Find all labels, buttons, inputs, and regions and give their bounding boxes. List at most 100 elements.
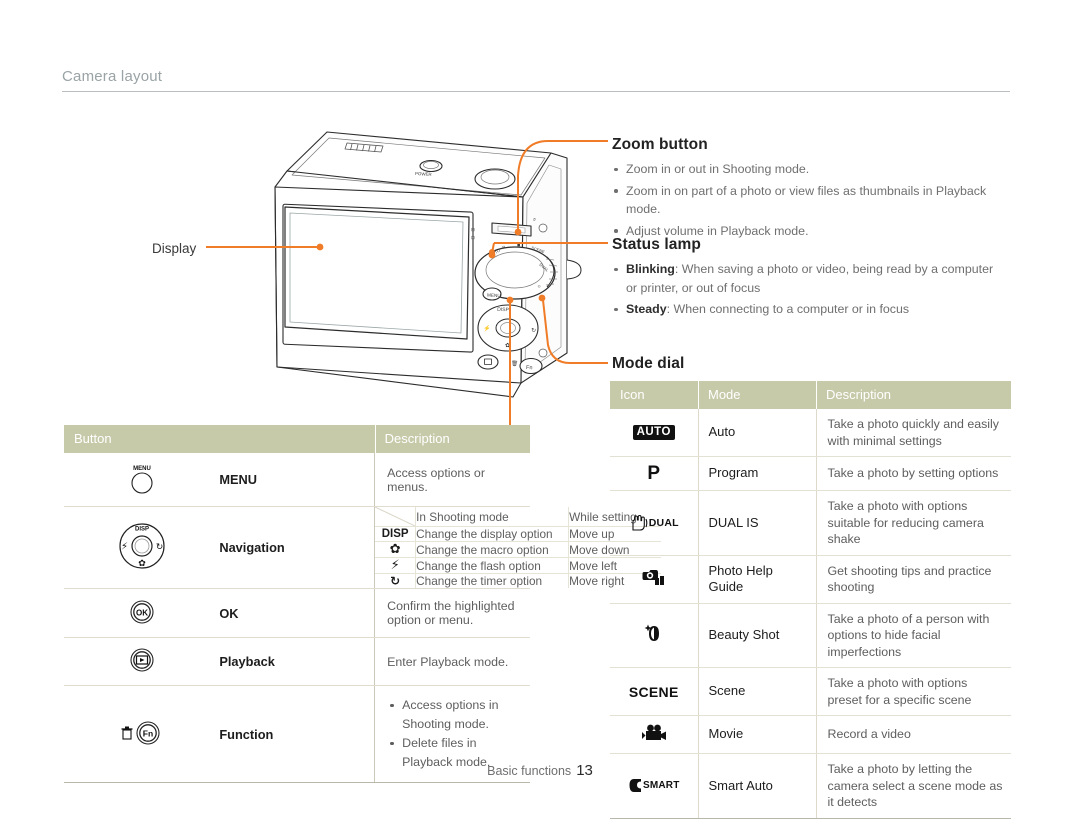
svg-text:◼: ◼ [517,242,520,247]
dual-text: DUAL [648,516,679,529]
svg-text:🗑: 🗑 [511,360,518,367]
callout-mode-dial: Mode dial [612,355,1012,379]
table-row: OK OK Confirm the highlighted option or … [64,588,530,638]
col-header-icon: Icon [610,381,698,409]
col-header-description: Description [374,425,530,453]
mode-name: Program [697,456,816,491]
scene-mode-icon: SCENE [610,667,698,716]
list-item: Blinking: When saving a photo or video, … [612,260,1012,297]
table-row: DUAL DUAL IS Take a photo with options s… [610,490,1011,556]
callout-zoom-button: Zoom button Zoom in or out in Shooting m… [612,136,1022,243]
svg-text:✿: ✿ [138,559,146,569]
svg-text:MENU: MENU [133,466,151,472]
smart-text: SMART [642,779,680,791]
navigation-pad-icon: DISP ⚡ ↻ ✿ [64,506,220,589]
navigation-sub-table-cell: In Shooting mode While setting DISP Chan… [374,506,662,589]
table-header-row: Button Description [64,425,530,453]
table-row: P Program Take a photo by setting option… [610,456,1011,491]
timer-clock-icon: ↻ [375,573,417,588]
button-table: Button Description MENU MENU Access opti… [64,425,662,783]
svg-text:↻: ↻ [155,543,163,553]
table-header-row: Icon Mode Description [610,381,1011,409]
table-row: AUTO Auto Take a photo quickly and easil… [610,409,1011,457]
svg-text:POWER: POWER [415,171,432,177]
svg-text:Fn: Fn [142,728,152,738]
function-button-glyph: Fn [121,720,160,745]
playback-button-icon [64,637,220,686]
mode-name: Auto [697,409,816,457]
button-description: Access options or menus. [374,453,530,507]
display-label: Display [152,241,197,256]
program-mode-icon: P [610,456,698,491]
list-item: Steady: When connecting to a computer or… [612,300,1012,319]
button-description: Confirm the highlighted option or menu. [374,588,530,638]
page-footer: Basic functions 13 [0,762,1080,779]
table-row: DISP ⚡ ↻ ✿ Navigation In Shooting mode W… [64,506,662,589]
mode-description: Take a photo quickly and easily with min… [815,409,1011,457]
sub-shooting-text: Change the macro option [415,541,569,558]
navigation-pad-glyph: DISP ⚡ ↻ ✿ [119,523,165,569]
mode-description: Get shooting tips and practice shooting [815,555,1011,604]
button-name: OK [219,588,375,638]
face-sparkle-icon [644,624,659,641]
page-title: Camera layout [62,68,163,85]
disp-icon: DISP [375,526,417,542]
svg-text:⊡: ⊡ [471,235,475,240]
auto-mode-icon: AUTO [610,409,698,457]
mode-name: Scene [697,667,816,716]
svg-text:⊞: ⊞ [471,227,475,232]
diagonal-divider-icon [375,507,416,526]
mode-name: Photo Help Guide [697,555,816,604]
button-description: Enter Playback mode. [374,637,530,686]
camera-book-icon [642,569,664,585]
callout-zoom-list: Zoom in or out in Shooting mode. Zoom in… [612,160,1022,240]
mode-description: Take a photo with options preset for a s… [815,667,1011,716]
svg-text:DISP: DISP [497,307,510,314]
auto-badge: AUTO [632,425,675,441]
callout-status-lamp: Status lamp Blinking: When saving a phot… [612,236,1012,322]
video-camera-icon [641,724,666,740]
beauty-shot-mode-icon [610,603,698,668]
button-name: Navigation [219,506,375,589]
table-row: Movie Record a video [610,715,1011,754]
mode-name: DUAL IS [697,490,816,556]
table-row: Photo Help Guide Get shooting tips and p… [610,555,1011,604]
flash-bolt-icon: ⚡ [375,557,417,574]
svg-text:⚡: ⚡ [121,542,128,553]
page-number: 13 [576,762,593,779]
table-row: SCENE Scene Take a photo with options pr… [610,667,1011,716]
mode-description: Record a video [815,715,1011,754]
svg-text:✿: ✿ [505,342,510,349]
svg-text:OK: OK [136,608,148,617]
hand-shake-icon [632,514,648,531]
callout-status-title: Status lamp [612,236,701,253]
ok-button-glyph: OK [130,599,154,624]
trash-icon [121,726,133,740]
svg-text:⌕: ⌕ [533,217,536,223]
col-header-button: Button [64,425,375,453]
manual-page: Camera layout POWER MENU DISP ⚡ ↻ ✿ Fn 🗑… [0,0,1080,819]
table-row: MENU MENU Access options or menus. [64,453,530,507]
mode-name: Beauty Shot [697,603,816,668]
ok-button-icon: OK [64,588,220,638]
menu-button-glyph: MENU [131,466,153,494]
photo-help-guide-mode-icon [610,555,698,604]
playback-button-glyph [130,648,154,672]
movie-mode-icon [610,715,698,754]
button-name: MENU [219,453,375,507]
svg-text:MENU: MENU [487,293,501,299]
footer-section: Basic functions [487,764,572,778]
mode-description: Take a photo of a person with options to… [815,603,1011,668]
list-item: Access options in Shooting mode. [387,696,520,734]
sub-shooting-text: Change the display option [415,526,569,542]
svg-text:DISP: DISP [135,527,149,533]
mode-dial-table: Icon Mode Description AUTO Auto Take a p… [610,381,1011,819]
camera-illustration: POWER MENU DISP ⚡ ↻ ✿ Fn 🗑 ⌕ ⊞ ⊡ AUTO P … [274,131,582,398]
table-row: Playback Enter Playback mode. [64,637,530,686]
mode-name: Movie [697,715,816,754]
mode-description: Take a photo by setting options [815,456,1011,491]
chapter-header: Camera layout [62,68,1010,92]
sub-col-shooting: In Shooting mode [415,507,569,527]
svg-text:↻: ↻ [531,327,536,334]
scene-text: SCENE [628,683,679,700]
